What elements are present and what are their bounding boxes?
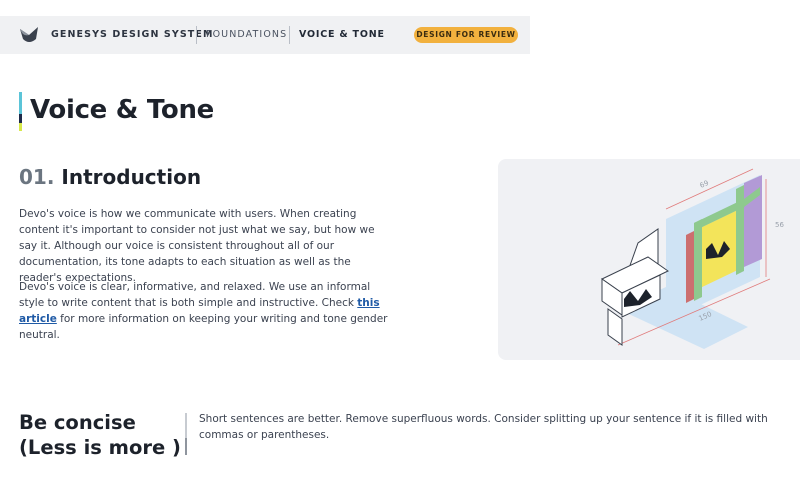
breadcrumb-separator: [289, 26, 290, 44]
green-left: [694, 219, 702, 301]
green-right: [736, 185, 744, 275]
section-heading-introduction: 01. Introduction: [19, 165, 201, 189]
breadcrumb-current: VOICE & TONE: [299, 29, 385, 40]
dimension-label-top: 69: [699, 179, 710, 190]
section-number: 01.: [19, 165, 55, 189]
concise-heading-line-2: (Less is more ): [19, 436, 181, 459]
dimension-label-right: 56: [775, 221, 784, 229]
genesys-logo-icon[interactable]: [18, 25, 40, 45]
intro-paragraph-2-text-end: for more information on keeping your wri…: [19, 313, 388, 341]
page-title: Voice & Tone: [30, 95, 214, 125]
intro-paragraph-1: Devo's voice is how we communicate with …: [19, 208, 375, 284]
title-accent-bar: [19, 92, 22, 131]
breadcrumb-foundations[interactable]: FOUNDATIONS: [206, 29, 287, 40]
status-badge: DESIGN FOR REVIEW: [414, 27, 518, 43]
voice-tone-illustration: 69 56 150: [498, 159, 800, 360]
intro-paragraph-2-text: Devo's voice is clear, informative, and …: [19, 281, 371, 309]
concise-body: Short sentences are better. Remove super…: [199, 413, 768, 441]
white-stem: [607, 308, 623, 346]
intro-paragraph-2: Devo's voice is clear, informative, and …: [19, 279, 389, 343]
concise-heading: Be concise (Less is more ): [19, 410, 189, 460]
section-title: Introduction: [61, 165, 202, 189]
concise-divider-accent: [185, 438, 187, 455]
breadcrumb-separator: [196, 26, 197, 44]
top-bar: GENESYS DESIGN SYSTEM FOUNDATIONS VOICE …: [0, 16, 530, 54]
isometric-blocks-illustration: 69 56 150: [601, 168, 784, 349]
brand-name[interactable]: GENESYS DESIGN SYSTEM: [51, 29, 214, 40]
concise-heading-line-1: Be concise: [19, 411, 136, 434]
